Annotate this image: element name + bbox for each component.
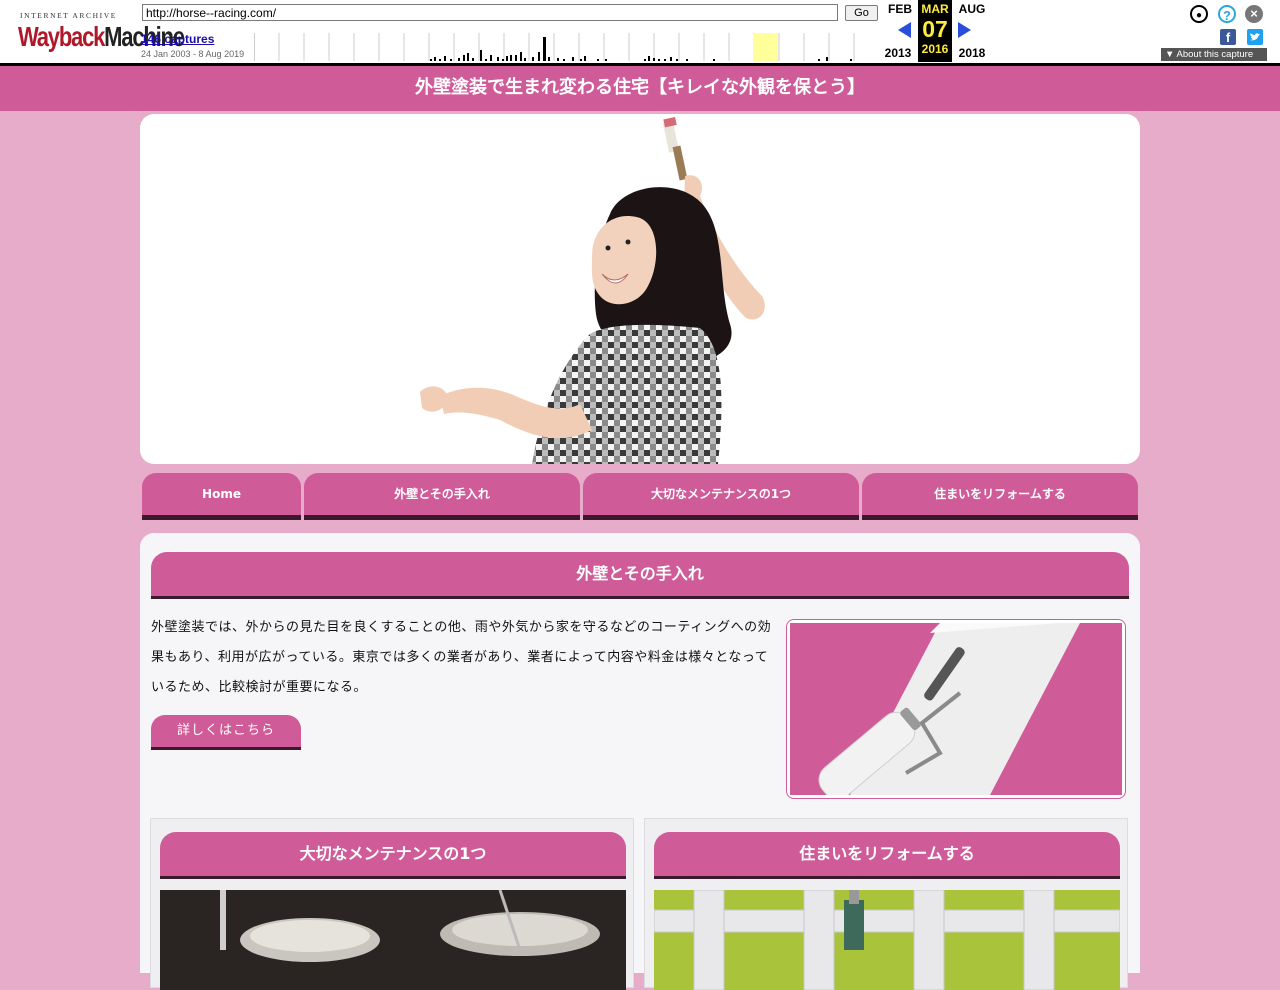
nav-maintenance[interactable]: 大切なメンテナンスの1つ: [583, 473, 859, 518]
go-button[interactable]: Go: [845, 5, 878, 21]
current-year: 2016: [921, 42, 949, 56]
lattice-painting-image: [654, 890, 1120, 990]
capture-sparkline[interactable]: [254, 33, 880, 61]
about-capture-toggle[interactable]: ▼ About this capture: [1161, 48, 1267, 61]
main-content: 外壁とその手入れ 外壁塗装では、外からの見た目を良くすることの他、雨や外気から家…: [140, 533, 1140, 990]
wayback-toolbar: INTERNET ARCHIVE WaybackMachine http://h…: [0, 0, 1280, 66]
prev-arrow-icon[interactable]: [898, 22, 911, 38]
prev-year-label[interactable]: 2013: [881, 46, 915, 60]
wayback-logo[interactable]: INTERNET ARCHIVE WaybackMachine: [14, 8, 185, 58]
paint-roller-illustration: [818, 623, 1080, 795]
nav-exterior-care[interactable]: 外壁とその手入れ: [304, 473, 580, 518]
more-details-button[interactable]: 詳しくはこちら: [151, 715, 301, 750]
next-month-label[interactable]: AUG: [955, 2, 989, 16]
url-input[interactable]: http://horse--racing.com/: [142, 4, 838, 21]
nav-home[interactable]: Home: [142, 473, 301, 518]
current-month: MAR: [921, 2, 949, 16]
hero-image: [140, 114, 1140, 464]
paint-cans-image: [160, 890, 626, 990]
reform-card: 住まいをリフォームする: [644, 818, 1128, 990]
current-capture-date: MAR 07 2016: [918, 0, 952, 62]
site-title: 外壁塗装で生まれ変わる住宅【キレイな外観を保とう】: [0, 66, 1280, 111]
logo-internet-archive: INTERNET ARCHIVE: [20, 11, 117, 20]
capture-range: 24 Jan 2003 - 8 Aug 2019: [141, 49, 245, 59]
main-nav: Home 外壁とその手入れ 大切なメンテナンスの1つ 住まいをリフォームする: [142, 473, 1138, 519]
maintenance-card: 大切なメンテナンスの1つ: [150, 818, 634, 990]
about-capture-label: About this capture: [1176, 49, 1254, 60]
woman-painting-illustration: [420, 117, 765, 464]
prev-month-label[interactable]: FEB: [883, 2, 917, 16]
close-icon[interactable]: ×: [1245, 5, 1263, 23]
twitter-icon[interactable]: [1247, 29, 1263, 45]
nav-reform[interactable]: 住まいをリフォームする: [862, 473, 1138, 518]
next-arrow-icon[interactable]: [958, 22, 971, 38]
card-title: 住まいをリフォームする: [654, 832, 1120, 879]
intro-paragraph: 外壁塗装では、外からの見た目を良くすることの他、雨や外気から家を守るなどのコーテ…: [151, 620, 772, 695]
user-icon[interactable]: ●: [1190, 5, 1208, 23]
current-day: 07: [922, 16, 948, 42]
paint-roller-image: [786, 619, 1126, 799]
facebook-icon[interactable]: f: [1220, 29, 1236, 45]
captures-link[interactable]: 146 captures: [141, 32, 214, 46]
card-title: 大切なメンテナンスの1つ: [160, 832, 626, 879]
section-title: 外壁とその手入れ: [151, 552, 1129, 599]
help-icon[interactable]: ?: [1218, 5, 1236, 23]
next-year-label[interactable]: 2018: [955, 46, 989, 60]
